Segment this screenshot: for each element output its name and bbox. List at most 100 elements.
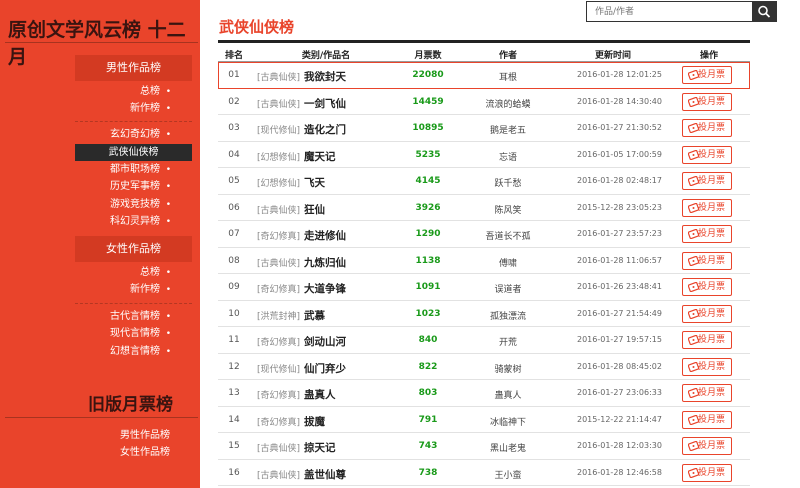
vote-button[interactable]: 投月票: [682, 92, 732, 111]
vote-button[interactable]: 投月票: [682, 331, 732, 349]
vote-button[interactable]: 投月票: [682, 304, 732, 323]
book-title-link[interactable]: 魔天记: [304, 149, 336, 164]
divider: [5, 417, 198, 418]
category: [奇幻修真]: [257, 232, 301, 242]
book-title-link[interactable]: 造化之门: [304, 122, 346, 137]
sidebar-item-games[interactable]: 游戏竞技榜 •: [75, 197, 192, 213]
rank: 11: [228, 335, 240, 345]
author-link[interactable]: 开荒: [499, 335, 517, 348]
old-male-link[interactable]: 男性作品榜: [120, 426, 170, 441]
sidebar-item-history[interactable]: 历史军事榜 •: [75, 179, 192, 195]
ticket-icon: [688, 282, 699, 292]
book-title-link[interactable]: 盖世仙尊: [304, 467, 346, 482]
table-row: 16 [古典仙侠] 盖世仙尊 738 王小蛮 2016-01-28 12:46:58 投月票: [218, 460, 750, 486]
book-title-link[interactable]: 飞天: [304, 175, 325, 190]
table-row: 06 [古典仙侠] 狂仙 3926 陈风笑 2015-12-28 23:05:23 投月票: [218, 195, 750, 221]
vote-button[interactable]: 投月票: [682, 437, 732, 455]
category: [古典仙侠]: [257, 258, 301, 269]
category: [古典仙侠]: [257, 470, 301, 481]
book-title-link[interactable]: 剑动山河: [304, 334, 346, 349]
sidebar-item-fantasy-romance[interactable]: 幻想言情榜 •: [75, 344, 192, 360]
sidebar-item-male-new[interactable]: 新作榜 •: [75, 101, 192, 117]
author-link[interactable]: 忘语: [499, 150, 517, 163]
vote-button-label: 投月票: [697, 282, 725, 292]
author-link[interactable]: 陈风笑: [494, 203, 521, 216]
old-female-link[interactable]: 女性作品榜: [120, 443, 170, 458]
vote-button[interactable]: 投月票: [682, 172, 732, 190]
book-title-link[interactable]: 九炼归仙: [304, 255, 346, 270]
sidebar-item-male-total[interactable]: 总榜 •: [75, 84, 192, 100]
book-title-link[interactable]: 狂仙: [304, 202, 325, 217]
bullet-icon: •: [165, 104, 171, 114]
category: [现代修仙]: [257, 364, 301, 375]
search-button[interactable]: [752, 2, 776, 21]
vote-button[interactable]: 投月票: [682, 66, 732, 84]
vote-button[interactable]: 投月票: [682, 463, 732, 482]
author-link[interactable]: 黑山老鬼: [490, 441, 526, 454]
book-title-link[interactable]: 蛊真人: [304, 387, 336, 402]
author-link[interactable]: 孤独漂流: [490, 309, 526, 322]
author-link[interactable]: 王小蛮: [494, 468, 521, 481]
book-title-link[interactable]: 仙门弃少: [304, 361, 346, 376]
author-link[interactable]: 冰临神下: [490, 415, 526, 428]
sidebar-item-label: 新作榜: [130, 103, 160, 114]
update-time: 2016-01-28 08:45:02: [577, 361, 662, 371]
category: [奇幻修真]: [257, 391, 301, 401]
author-link[interactable]: 流浪的蛤蟆: [485, 97, 530, 110]
vote-count: 1290: [415, 229, 441, 239]
author-link[interactable]: 跃千愁: [494, 176, 521, 189]
sidebar-item-label: 都市职场榜: [110, 164, 160, 175]
sidebar-item-wuxia[interactable]: 武侠仙侠榜: [75, 144, 192, 161]
category: [奇幻修真]: [257, 285, 301, 295]
bullet-icon: •: [165, 130, 171, 140]
ticket-icon: [688, 229, 699, 239]
author-link[interactable]: 傅啸: [499, 256, 517, 269]
author-link[interactable]: 蛊真人: [494, 388, 521, 401]
female-section-header[interactable]: 女性作品榜: [75, 236, 192, 262]
ticket-icon: [688, 388, 699, 398]
book-title-link[interactable]: 大道争锋: [304, 281, 346, 296]
ticket-icon: [688, 308, 699, 319]
author-link[interactable]: 骑蒙树: [494, 362, 521, 375]
author-link[interactable]: 吾道长不孤: [485, 229, 530, 242]
male-section-header[interactable]: 男性作品榜: [75, 55, 192, 81]
table-row: 02 [古典仙侠] 一剑飞仙 14459 流浪的蛤蟆 2016-01-28 14:30:4…: [218, 89, 750, 115]
book-title-link[interactable]: 一剑飞仙: [304, 96, 346, 111]
sidebar-item-ancient-romance[interactable]: 古代言情榜 •: [75, 309, 192, 325]
table-row: 14 [奇幻修真] 拔魔 791 冰临神下 2015-12-22 21:14:47 投月票: [218, 407, 750, 433]
table-row: 13 [奇幻修真] 蛊真人 803 蛊真人 2016-01-27 23:06:33 投月票: [218, 380, 750, 407]
vote-button[interactable]: 投月票: [682, 410, 732, 429]
book-title-link[interactable]: 拔魔: [304, 414, 325, 429]
sidebar-item-scifi[interactable]: 科幻灵异榜 •: [75, 214, 192, 230]
vote-button[interactable]: 投月票: [682, 145, 732, 164]
ticket-icon: [688, 70, 699, 80]
table-row: 01 [古典仙侠] 我欲封天 22080 耳根 2016-01-28 12:01:25 投月…: [218, 62, 750, 89]
author-link[interactable]: 耳根: [499, 70, 517, 83]
ticket-icon: [688, 255, 699, 266]
book-title-link[interactable]: 我欲封天: [304, 69, 346, 84]
vote-count: 10895: [412, 123, 444, 133]
table-row: 08 [古典仙侠] 九炼归仙 1138 傅啸 2016-01-28 11:06:57 投月票: [218, 248, 750, 274]
vote-button[interactable]: 投月票: [682, 384, 732, 402]
book-title-link[interactable]: 走进修仙: [304, 228, 346, 243]
sidebar-item-female-new[interactable]: 新作榜 •: [75, 282, 192, 298]
search-box: [586, 1, 777, 22]
book-title-link[interactable]: 掠天记: [304, 440, 336, 455]
sidebar-item-urban[interactable]: 都市职场榜 •: [75, 162, 192, 178]
author-link[interactable]: 误道者: [494, 282, 521, 295]
vote-button[interactable]: 投月票: [682, 278, 732, 296]
book-title-link[interactable]: 武慕: [304, 308, 325, 323]
vote-button[interactable]: 投月票: [682, 225, 732, 243]
search-input[interactable]: [587, 2, 752, 21]
divider: [5, 42, 198, 43]
divider: [75, 121, 192, 122]
sidebar-item-modern-romance[interactable]: 现代言情榜 •: [75, 326, 192, 342]
vote-button[interactable]: 投月票: [682, 198, 732, 217]
author-link[interactable]: 鹅是老五: [490, 123, 526, 136]
vote-button[interactable]: 投月票: [682, 251, 732, 270]
sidebar-item-fantasy[interactable]: 玄幻奇幻榜 •: [75, 127, 192, 143]
sidebar-item-female-total[interactable]: 总榜 •: [75, 265, 192, 281]
vote-button[interactable]: 投月票: [682, 119, 732, 137]
vote-button[interactable]: 投月票: [682, 357, 732, 376]
update-time: 2016-01-28 12:01:25: [577, 70, 662, 79]
